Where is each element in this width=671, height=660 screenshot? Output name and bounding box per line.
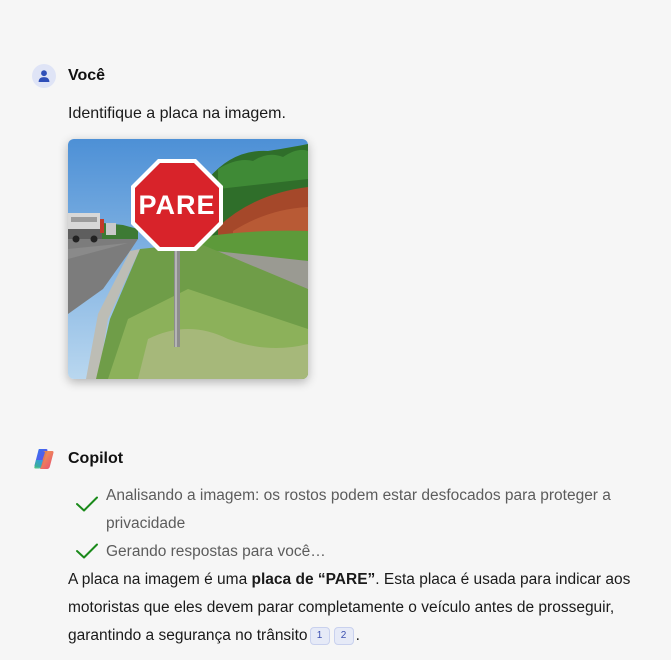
citation-link-1[interactable]: 1 [309, 627, 330, 645]
user-message-header: Você [32, 63, 632, 89]
progress-step: Analisando a imagem: os rostos podem est… [68, 482, 632, 538]
uploaded-image[interactable]: PARE [68, 139, 308, 379]
stop-sign-text: PARE [138, 189, 216, 220]
answer-part: A placa na imagem é uma [68, 571, 252, 588]
progress-step: Gerando respostas para você… [68, 538, 632, 566]
answer-end: . [355, 627, 360, 644]
copilot-message: Copilot Analisando a imagem: os rostos p… [32, 446, 632, 650]
user-message: Você Identifique a placa na imagem. PARE [32, 63, 632, 379]
copilot-sender-name: Copilot [68, 450, 124, 467]
copilot-logo-icon [32, 447, 56, 471]
checkmark-icon [68, 538, 106, 560]
progress-step-text: Analisando a imagem: os rostos podem est… [106, 487, 611, 532]
user-message-text: Identifique a placa na imagem. [68, 105, 286, 122]
user-sender-name: Você [68, 67, 106, 84]
progress-step-text: Gerando respostas para você… [106, 543, 326, 560]
progress-steps: Analisando a imagem: os rostos podem est… [68, 482, 632, 566]
checkmark-icon [68, 482, 106, 513]
copilot-message-header: Copilot [32, 446, 632, 472]
answer-text: A placa na imagem é uma placa de “PARE”.… [68, 566, 632, 650]
user-avatar-icon [32, 64, 56, 88]
citation-link-2[interactable]: 2 [333, 627, 354, 645]
answer-bold: placa de “PARE” [251, 571, 376, 588]
